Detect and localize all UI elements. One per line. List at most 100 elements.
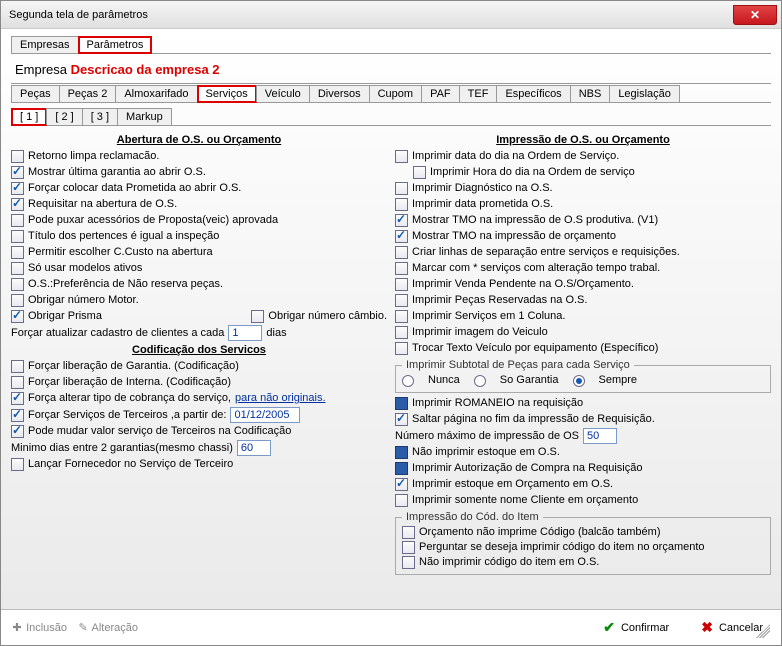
close-button[interactable]: ✕ [733,5,777,25]
cb-forcar-lib-gar[interactable] [11,360,24,373]
lbl-os-pref: O.S.:Preferência de Não reserva peças. [28,277,223,292]
tab-empresas[interactable]: Empresas [11,36,79,53]
tab-servicos[interactable]: Serviços [197,85,257,103]
tab-parametros[interactable]: Parâmetros [78,36,153,54]
lbl-mostrar-tmo-prod: Mostrar TMO na impressão de O.S produtiv… [412,213,658,228]
lbl-forcar-cadastro: Forçar atualizar cadastro de clientes a … [11,326,224,341]
cb-marcar-ast[interactable] [395,262,408,275]
empresa-label: Empresa [15,62,67,77]
tab-pecas2[interactable]: Peças 2 [59,85,117,102]
cb-forca-alterar[interactable] [11,392,24,405]
cb-obrigar-motor[interactable] [11,294,24,307]
radio-nunca[interactable] [402,375,414,387]
confirm-button[interactable]: ✔ Confirmar [595,616,677,639]
lbl-nao-imp-est-os: Não imprimir estoque em O.S. [412,445,560,460]
cb-obrigar-prisma[interactable] [11,310,24,323]
cb-permitir-ccusto[interactable] [11,246,24,259]
cb-pode-puxar[interactable] [11,214,24,227]
tab-pecas[interactable]: Peças [11,85,60,102]
cb-mostrar-tmo-prod[interactable] [395,214,408,227]
cb-imp-aut-compra[interactable] [395,462,408,475]
cb-obrigar-cambio[interactable] [251,310,264,323]
lbl-permitir-ccusto: Permitir escolher C.Custo na abertura [28,245,213,260]
tab-veiculo[interactable]: Veículo [256,85,310,102]
cb-imp-hora-dia[interactable] [413,166,426,179]
tab-almoxarifado[interactable]: Almoxarifado [115,85,197,102]
lbl-forcar-terc: Forçar Serviços de Terceiros ,a partir d… [28,408,226,423]
cb-lancar-forn[interactable] [11,458,24,471]
lbl-forcar-lib-gar: Forçar liberação de Garantia. (Codificaç… [28,359,239,374]
lbl-num-max: Número máximo de impressão de OS [395,429,579,444]
lbl-imp-img-veic: Imprimir imagem do Veiculo [412,325,548,340]
input-cadastro-dias[interactable] [228,325,262,341]
subtab-2[interactable]: [ 2 ] [46,108,82,125]
lbl-saltar-pag: Saltar página no fim da impressão de Req… [412,412,655,427]
tab-paf[interactable]: PAF [421,85,460,102]
cb-titulo-pert[interactable] [11,230,24,243]
tab-nbs[interactable]: NBS [570,85,611,102]
tab-cupom[interactable]: Cupom [369,85,422,102]
cb-mostrar-ult-gar[interactable] [11,166,24,179]
lbl-mostrar-tmo-orc: Mostrar TMO na impressão de orçamento [412,229,616,244]
radio-so-garantia[interactable] [474,375,486,387]
lbl-perguntar: Perguntar se deseja imprimir código do i… [419,540,705,555]
right-column: Impressão de O.S. ou Orçamento Imprimir … [395,132,771,605]
cb-criar-linhas[interactable] [395,246,408,259]
cb-imp-diag[interactable] [395,182,408,195]
cb-pode-mudar[interactable] [11,425,24,438]
subtab-1[interactable]: [ 1 ] [11,108,47,126]
tab-tef[interactable]: TEF [459,85,498,102]
cb-imp-data-prom[interactable] [395,198,408,211]
cb-imp-venda[interactable] [395,278,408,291]
cb-trocar-texto[interactable] [395,342,408,355]
lbl-imp-serv-1col: Imprimir Serviços em 1 Coluna. [412,309,565,324]
cb-os-pref[interactable] [11,278,24,291]
cb-forcar-terc[interactable] [11,409,24,422]
lbl-forca-alterar: Força alterar tipo de cobrança do serviç… [28,391,231,406]
cb-nao-imp-est-os[interactable] [395,446,408,459]
cb-mostrar-tmo-orc[interactable] [395,230,408,243]
cb-imp-pecas-res[interactable] [395,294,408,307]
lbl-imp-hora-dia: Imprimir Hora do dia na Ordem de serviço [430,165,635,180]
cb-imp-img-veic[interactable] [395,326,408,339]
subtab-markup[interactable]: Markup [117,108,172,125]
lbl-mostrar-ult-gar: Mostrar última garantia ao abrir O.S. [28,165,206,180]
input-minimo-dias[interactable] [237,440,271,456]
empresa-line: Empresa Descricao da empresa 2 [11,58,771,84]
tab-diversos[interactable]: Diversos [309,85,370,102]
cb-imp-est-orc[interactable] [395,478,408,491]
cb-imp-serv-1col[interactable] [395,310,408,323]
cb-imp-data-dia[interactable] [395,150,408,163]
lbl-forcar-data: Forçar colocar data Prometida ao abrir O… [28,181,241,196]
cb-retorno[interactable] [11,150,24,163]
lbl-imp-est-orc: Imprimir estoque em Orçamento em O.S. [412,477,613,492]
subtab-3[interactable]: [ 3 ] [82,108,118,125]
section-abertura: Abertura de O.S. ou Orçamento [11,132,387,148]
left-column: Abertura de O.S. ou Orçamento Retorno li… [11,132,387,605]
group-subtotal: Imprimir Subtotal de Peças para cada Ser… [395,359,771,393]
cb-orc-nao-imp[interactable] [402,526,415,539]
empresa-desc: Descricao da empresa 2 [71,62,220,77]
tab-especificos[interactable]: Específicos [496,85,570,102]
cb-saltar-pag[interactable] [395,413,408,426]
lbl-so-modelos: Só usar modelos ativos [28,261,142,276]
cb-nao-imp-cod-os[interactable] [402,556,415,569]
lbl-imp-venda: Imprimir Venda Pendente na O.S/Orçamento… [412,277,634,292]
tab-legislacao[interactable]: Legislação [609,85,680,102]
input-terc-date[interactable] [230,407,300,423]
cb-perguntar[interactable] [402,541,415,554]
resize-grip[interactable] [756,624,770,638]
input-num-max[interactable] [583,428,617,444]
cb-imp-romaneio[interactable] [395,397,408,410]
cb-forcar-data[interactable] [11,182,24,195]
lbl-imp-romaneio: Imprimir ROMANEIO na requisição [412,396,583,411]
lbl-alteracao: Alteração [92,622,138,634]
cb-forcar-lib-int[interactable] [11,376,24,389]
lbl-imp-pecas-res: Imprimir Peças Reservadas na O.S. [412,293,587,308]
check-icon: ✔ [603,619,615,636]
cb-requisitar[interactable] [11,198,24,211]
lbl-rad-sempre: Sempre [599,373,638,388]
cb-so-modelos[interactable] [11,262,24,275]
cb-imp-somente-nome[interactable] [395,494,408,507]
radio-sempre[interactable] [573,375,585,387]
